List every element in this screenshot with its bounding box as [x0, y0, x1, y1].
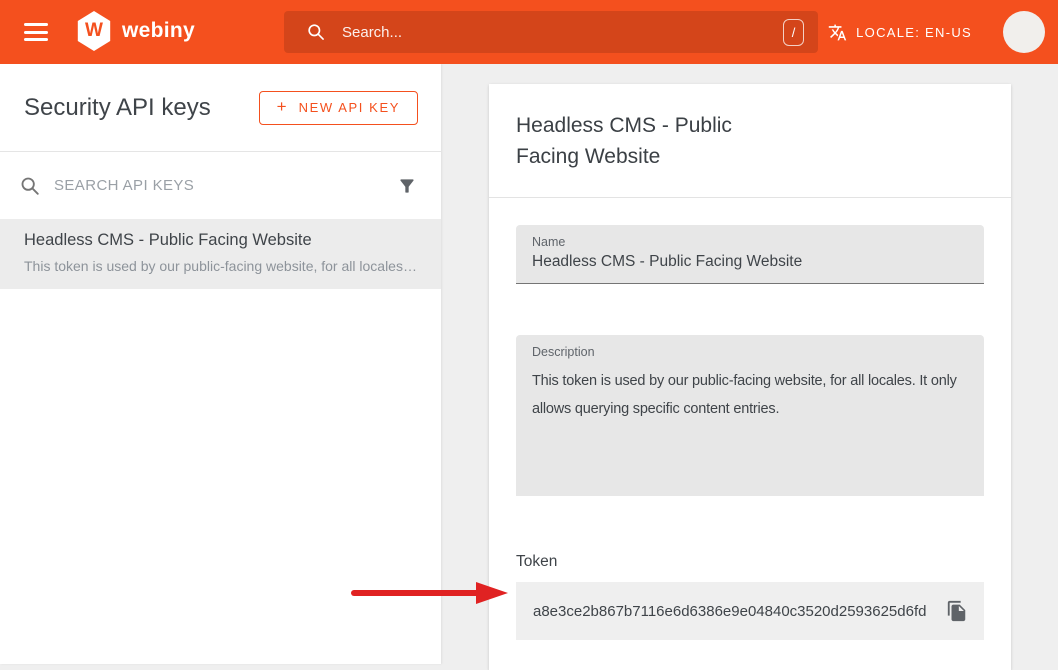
list-item-title: Headless CMS - Public Facing Website: [24, 231, 417, 250]
keyboard-shortcut-badge: /: [783, 19, 804, 46]
new-api-key-button[interactable]: + NEW API KEY: [259, 91, 418, 125]
api-keys-header: Security API keys + NEW API KEY: [0, 64, 441, 152]
token-box: a8e3ce2b867b7116e6d6386e9e04840c3520d259…: [516, 582, 984, 640]
plus-icon: +: [277, 97, 287, 117]
hamburger-menu-icon[interactable]: [24, 21, 48, 43]
detail-title: Headless CMS - Public Facing Website: [516, 110, 766, 172]
new-api-key-label: NEW API KEY: [299, 100, 400, 115]
description-textarea[interactable]: This token is used by our public-facing …: [532, 367, 968, 485]
locale-label: LOCALE: EN-US: [856, 25, 972, 40]
api-key-detail-card: Headless CMS - Public Facing Website Nam…: [489, 84, 1011, 670]
logo-text: webiny: [122, 19, 195, 43]
api-keys-panel: Security API keys + NEW API KEY Headless…: [0, 64, 441, 664]
user-avatar[interactable]: [1003, 11, 1045, 53]
copy-token-button[interactable]: [942, 596, 972, 626]
list-item-description: This token is used by our public-facing …: [24, 258, 417, 274]
page-title: Security API keys: [24, 94, 211, 122]
api-keys-search-row: [0, 152, 441, 219]
webiny-hexagon-icon: W: [76, 11, 112, 51]
search-icon: [19, 175, 41, 197]
detail-card-header: Headless CMS - Public Facing Website: [489, 84, 1011, 198]
name-field-label: Name: [532, 235, 968, 249]
search-icon: [306, 22, 326, 42]
name-field: Name: [516, 225, 984, 284]
global-search-input[interactable]: [342, 24, 783, 41]
webiny-logo[interactable]: W webiny: [76, 11, 195, 51]
api-keys-search-input[interactable]: [54, 177, 384, 194]
filter-icon: [397, 176, 417, 196]
detail-area: Headless CMS - Public Facing Website Nam…: [441, 64, 1058, 664]
locale-selector[interactable]: LOCALE: EN-US: [828, 23, 972, 42]
description-field: Description This token is used by our pu…: [516, 335, 984, 496]
translate-icon: [828, 23, 847, 42]
detail-form: Name Description This token is used by o…: [489, 198, 1011, 667]
description-field-label: Description: [532, 345, 968, 359]
copy-icon: [946, 600, 968, 622]
logo-letter: W: [85, 20, 103, 42]
token-label: Token: [516, 553, 984, 571]
filter-button[interactable]: [397, 176, 417, 196]
global-search-bar[interactable]: /: [284, 11, 818, 53]
api-key-list-item[interactable]: Headless CMS - Public Facing Website Thi…: [0, 219, 441, 289]
name-input[interactable]: [532, 249, 968, 277]
top-bar-right: LOCALE: EN-US: [828, 0, 1058, 64]
token-value: a8e3ce2b867b7116e6d6386e9e04840c3520d259…: [533, 603, 942, 620]
top-bar: W webiny / LOCALE: EN-US: [0, 0, 1058, 64]
